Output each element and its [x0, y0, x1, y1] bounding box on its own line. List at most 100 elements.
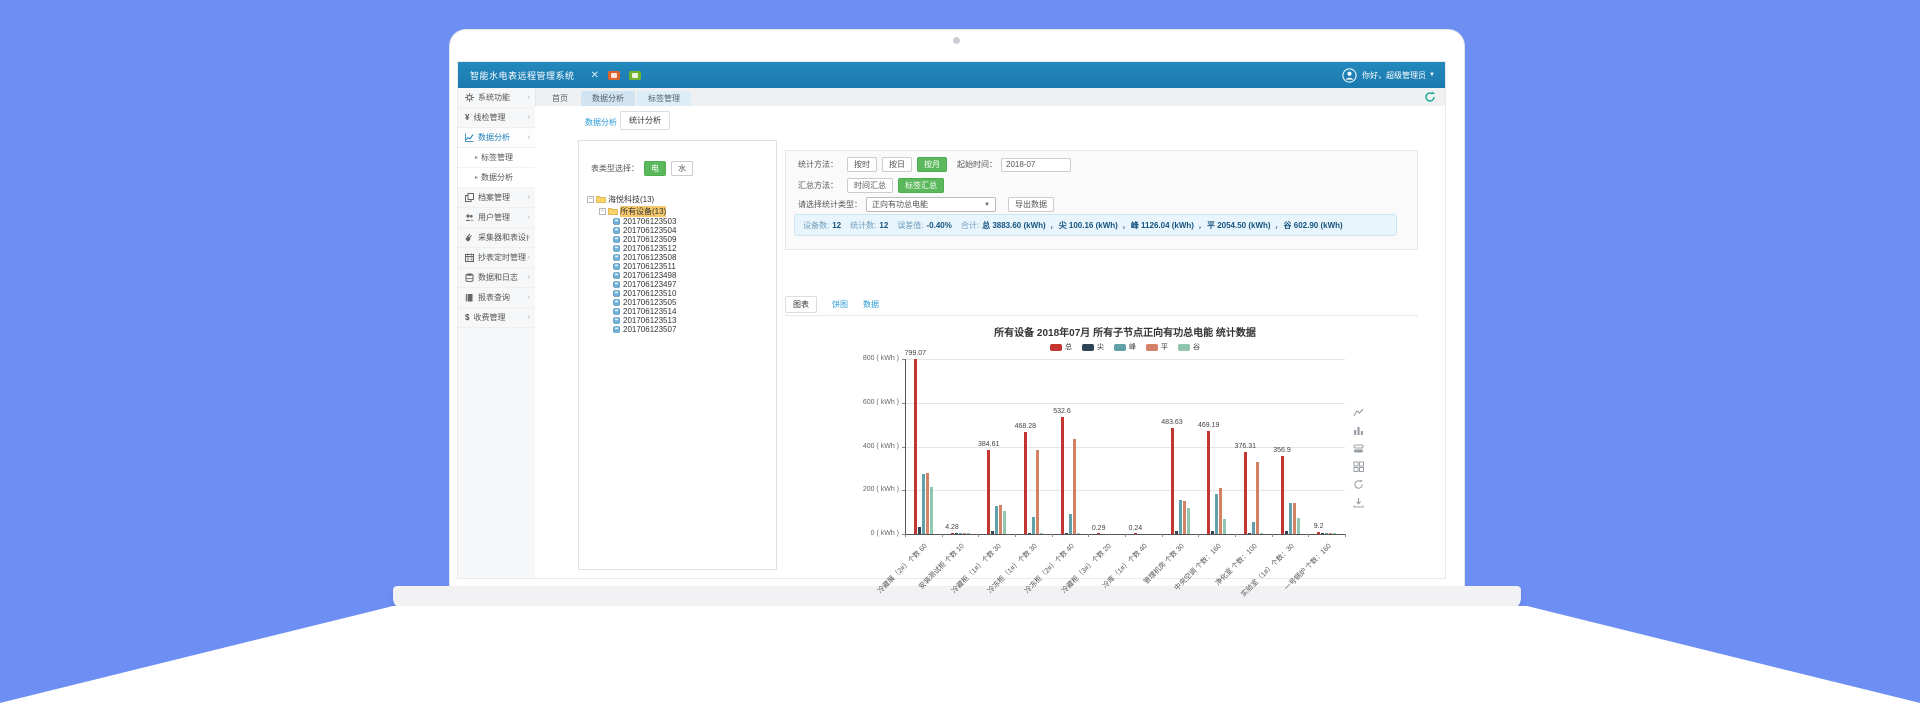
device-item[interactable]: 201706123505	[613, 298, 772, 307]
tab-tag-management[interactable]: 标签管理	[637, 91, 691, 106]
view-tab-data[interactable]: 数据	[863, 299, 879, 310]
bar-value-label: 469.19	[1198, 422, 1219, 429]
toggle-bar-icon[interactable]	[1352, 424, 1364, 436]
legend-item[interactable]: 平	[1146, 342, 1168, 352]
view-tab-bar: 图表 饼图 数据	[785, 296, 879, 313]
device-item[interactable]: 201706123509	[613, 235, 772, 244]
bar-总	[1171, 428, 1174, 534]
subtab-data-analysis[interactable]: 数据分析	[585, 117, 617, 128]
device-id: 201706123511	[623, 262, 676, 271]
sidebar-item-users[interactable]: 用户管理 ›	[458, 208, 535, 228]
calc-app-icon[interactable]	[629, 71, 641, 80]
legend-item[interactable]: 总	[1050, 342, 1072, 352]
device-item[interactable]: 201706123504	[613, 226, 772, 235]
tab-home[interactable]: 首页	[541, 91, 579, 106]
app-window: 智能水电表远程管理系统 ✕ 你好，超级管理员 ▼ 首页 数据分析 标签管理	[458, 62, 1445, 578]
sidebar-item-line-check[interactable]: ¥ 线检管理 ›	[458, 108, 535, 128]
sidebar-item-data-analysis[interactable]: 数据分析 ›	[458, 128, 535, 148]
device-item[interactable]: 201706123497	[613, 280, 772, 289]
tag-agg-button[interactable]: 标签汇总	[898, 178, 944, 193]
view-tab-chart[interactable]: 图表	[785, 296, 817, 313]
legend-swatch	[1082, 344, 1094, 351]
bar-尖	[1175, 531, 1178, 534]
sidebar-subitem-data-analysis[interactable]: ▸ 数据分析	[458, 168, 535, 188]
bar-chart: 所有设备 2018年07月 所有子节点正向有功总电能 统计数据 总尖峰平谷 0 …	[785, 318, 1425, 618]
legend-item[interactable]: 尖	[1082, 342, 1104, 352]
collapse-icon[interactable]: −	[587, 196, 594, 203]
chart-title: 所有设备 2018年07月 所有子节点正向有功总电能 统计数据	[785, 324, 1465, 339]
bar-value-label: 356.9	[1273, 447, 1291, 454]
start-time-input[interactable]	[1001, 158, 1071, 172]
bar-峰	[1179, 500, 1182, 534]
close-icon[interactable]: ✕	[591, 70, 599, 81]
bar-尖	[1028, 533, 1031, 534]
device-item[interactable]: 201706123511	[613, 262, 772, 271]
stack-icon[interactable]	[1352, 442, 1364, 454]
bar-峰	[1069, 514, 1072, 534]
alert-app-icon[interactable]	[608, 71, 620, 80]
sidebar-item-archives[interactable]: 档案管理 ›	[458, 188, 535, 208]
restore-icon[interactable]	[1352, 478, 1364, 490]
bar-峰	[922, 474, 925, 534]
data-view-icon[interactable]	[1352, 460, 1364, 472]
tree-selected-label: 所有设备(13)	[620, 206, 666, 217]
sidebar-item-meter-reading-schedule[interactable]: 抄表定时管理 ›	[458, 248, 535, 268]
gridline	[905, 403, 1345, 404]
meter-icon	[613, 317, 620, 324]
legend-item[interactable]: 谷	[1178, 342, 1200, 352]
electric-button[interactable]: 电	[644, 161, 666, 176]
toggle-line-icon[interactable]	[1352, 406, 1364, 418]
meter-icon	[613, 218, 620, 225]
tab-data-analysis[interactable]: 数据分析	[581, 91, 635, 106]
meter-icon	[613, 326, 620, 333]
by-hour-button[interactable]: 按时	[847, 157, 877, 172]
save-image-icon[interactable]	[1352, 496, 1364, 508]
summary-value: 总 3883.60 (kWh)	[982, 220, 1046, 231]
summary-value: 平 2054.50 (kWh)	[1207, 220, 1271, 231]
export-data-button[interactable]: 导出数据	[1008, 197, 1054, 212]
sidebar-item-system[interactable]: 系统功能 ›	[458, 88, 535, 108]
dollar-icon: $	[465, 313, 469, 322]
device-tree: − 海悦科技(13) − 所有设备(13) 201706123503201706…	[587, 193, 772, 334]
tree-root-node[interactable]: − 海悦科技(13)	[587, 193, 772, 205]
legend-item[interactable]: 峰	[1114, 342, 1136, 352]
subtab-statistical-analysis[interactable]: 统计分析	[620, 111, 670, 130]
device-item[interactable]: 201706123503	[613, 217, 772, 226]
window-title: 智能水电表远程管理系统	[470, 69, 575, 82]
by-month-button[interactable]: 按月	[917, 157, 947, 172]
y-axis-tick-label: 600 ( kWh )	[849, 399, 899, 406]
view-tab-pie[interactable]: 饼图	[832, 299, 848, 310]
bar-平	[1293, 503, 1296, 534]
time-agg-button[interactable]: 时间汇总	[847, 178, 893, 193]
device-item[interactable]: 201706123514	[613, 307, 772, 316]
device-item[interactable]: 201706123508	[613, 253, 772, 262]
meter-icon	[613, 281, 620, 288]
sidebar-item-data-logs[interactable]: 数据和日志 ›	[458, 268, 535, 288]
device-id: 201706123513	[623, 316, 676, 325]
sidebar-item-label: 收费管理	[473, 312, 527, 323]
y-axis-tick-label: 0 ( kWh )	[849, 530, 899, 537]
bar-尖	[1211, 531, 1214, 534]
meter-type-label: 表类型选择：	[591, 163, 639, 174]
sidebar-subitem-tag-management[interactable]: ▸ 标签管理	[458, 148, 535, 168]
sidebar-item-reports[interactable]: 报表查询 ›	[458, 288, 535, 308]
summary-bar: 设备数:12统计数:12误差值:-0.40%合计:总 3883.60 (kWh)…	[794, 214, 1397, 236]
stat-type-select[interactable]: 正向有功总电能 ▼	[866, 197, 996, 212]
user-menu[interactable]: 你好，超级管理员 ▼	[1342, 68, 1435, 83]
tree-selected-node[interactable]: − 所有设备(13)	[599, 205, 772, 217]
bar-总	[1281, 456, 1284, 534]
sidebar-item-collectors[interactable]: 采集器和表设备 ›	[458, 228, 535, 248]
stat-method-label: 统计方法：	[798, 159, 838, 170]
sidebar-item-label: 采集器和表设备	[478, 232, 528, 243]
x-axis-tick	[1198, 534, 1199, 537]
sidebar-item-billing[interactable]: $ 收费管理 ›	[458, 308, 535, 328]
device-item[interactable]: 201706123507	[613, 325, 772, 334]
device-item[interactable]: 201706123498	[613, 271, 772, 280]
water-button[interactable]: 水	[671, 161, 693, 176]
collapse-icon[interactable]: −	[599, 208, 606, 215]
device-item[interactable]: 201706123512	[613, 244, 772, 253]
device-item[interactable]: 201706123510	[613, 289, 772, 298]
device-item[interactable]: 201706123513	[613, 316, 772, 325]
by-day-button[interactable]: 按日	[882, 157, 912, 172]
refresh-icon[interactable]	[1424, 91, 1436, 105]
